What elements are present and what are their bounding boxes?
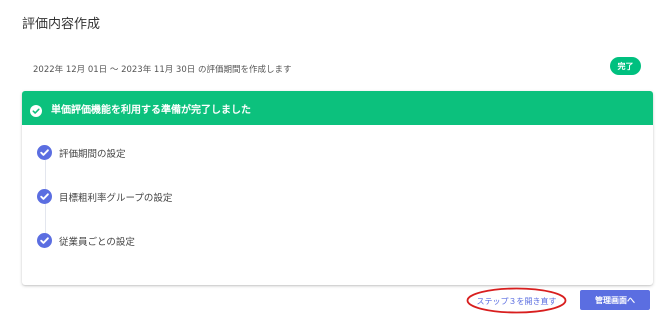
- go-to-admin-button[interactable]: 管理画面へ: [580, 290, 650, 310]
- step-label: 目標粗利率グループの設定: [59, 192, 173, 204]
- step-item-target-margin-group: 目標粗利率グループの設定: [37, 189, 172, 204]
- evaluation-period-text: 2022年 12月 01日 〜 2023年 11月 30日 の評価期間を作成しま…: [33, 65, 292, 75]
- step-item-per-employee: 従業員ごとの設定: [37, 233, 135, 248]
- completion-message: 単価評価機能を利用する準備が完了しました: [51, 104, 251, 116]
- setup-card: 単価評価機能を利用する準備が完了しました: [22, 91, 653, 285]
- completion-banner: 単価評価機能を利用する準備が完了しました: [22, 91, 653, 125]
- check-circle-icon: [37, 233, 52, 248]
- page-title: 評価内容作成: [22, 17, 101, 32]
- status-badge: 完了: [610, 57, 641, 75]
- step-label: 従業員ごとの設定: [59, 236, 135, 248]
- check-circle-icon: [30, 102, 42, 117]
- step-label: 評価期間の設定: [59, 148, 126, 160]
- check-circle-icon: [37, 189, 52, 204]
- reopen-step-3-link[interactable]: ステップ３を開き直す: [470, 292, 563, 310]
- step-item-evaluation-period: 評価期間の設定: [37, 145, 126, 160]
- check-circle-icon: [37, 145, 52, 160]
